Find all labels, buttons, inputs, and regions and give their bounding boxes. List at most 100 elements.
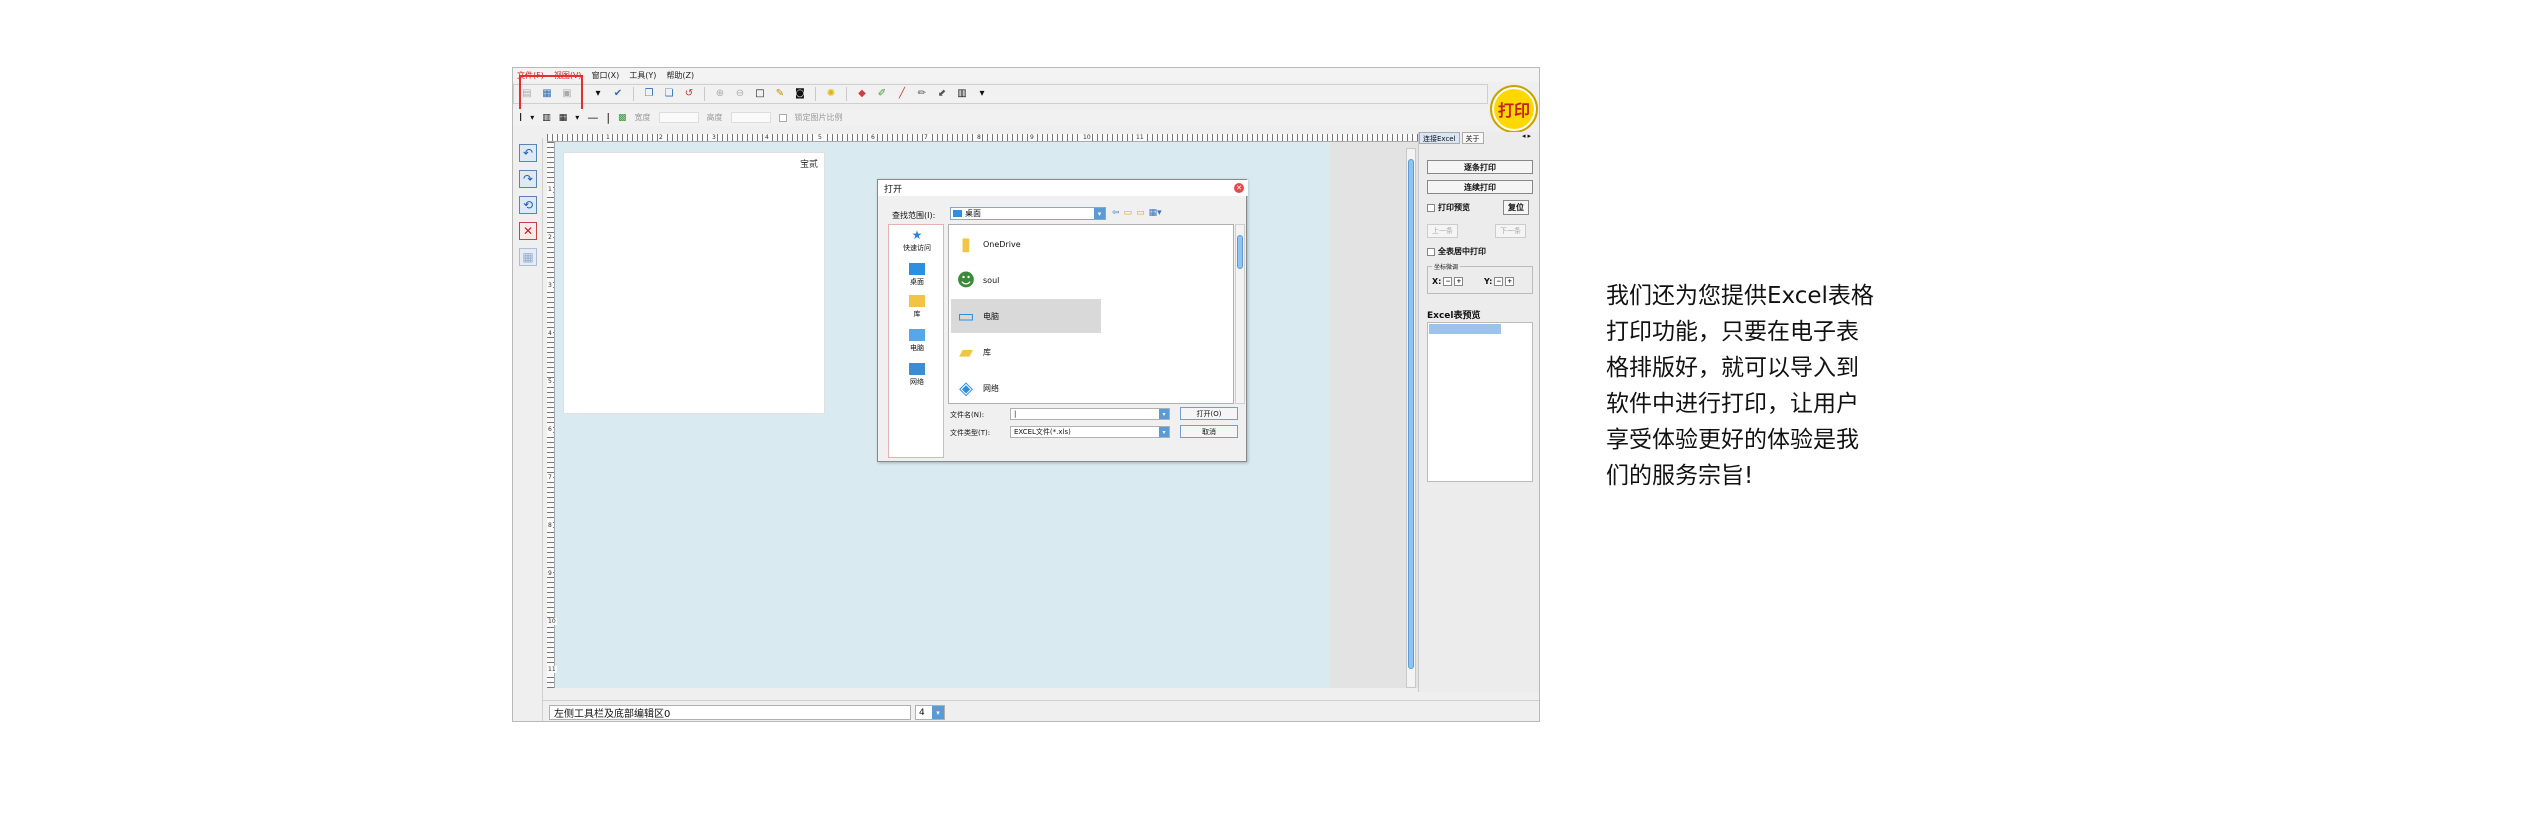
height-input[interactable]: [730, 112, 771, 123]
chevron-right-icon[interactable]: ▸: [1528, 132, 1532, 140]
rotate-icon[interactable]: ⟲: [519, 196, 537, 214]
line-icon[interactable]: ╱: [895, 87, 909, 101]
paste-icon[interactable]: ❏: [662, 87, 676, 101]
tab-about[interactable]: 关于: [1461, 132, 1484, 144]
dropdown-arrow-icon[interactable]: ▾: [591, 87, 605, 101]
preview-selected-row[interactable]: [1429, 324, 1501, 334]
open-button[interactable]: 打开(O): [1180, 407, 1238, 420]
barcode-icon[interactable]: ▥: [542, 113, 551, 123]
scrollbar-thumb[interactable]: [1237, 235, 1243, 269]
one-by-one-print-button[interactable]: 逐条打印: [1427, 160, 1533, 174]
ruler-tick-label: 7: [547, 474, 553, 481]
table-icon[interactable]: ▦: [559, 113, 568, 123]
delete-icon[interactable]: ✕: [519, 222, 537, 240]
width-input[interactable]: [658, 112, 699, 123]
panel-tab-arrows: ◂ ▸: [1522, 132, 1531, 140]
rotate-right-icon[interactable]: ↷: [519, 170, 537, 188]
list-item[interactable]: ☻ soul: [951, 263, 1101, 297]
chevron-down-icon[interactable]: ▾: [1159, 427, 1169, 437]
zoom-out-icon[interactable]: ⊖: [733, 87, 747, 101]
undo-icon[interactable]: ↺: [682, 87, 696, 101]
excel-preview-box[interactable]: [1427, 322, 1533, 482]
y-plus-icon[interactable]: +: [1505, 277, 1515, 286]
text-cursor-icon[interactable]: I: [519, 111, 522, 124]
grid-toggle-icon[interactable]: ▦: [519, 248, 537, 266]
look-in-select[interactable]: 桌面 ▾: [950, 207, 1106, 220]
list-item[interactable]: ▭ 电脑: [951, 299, 1101, 333]
pen-green-icon[interactable]: ✐: [875, 87, 889, 101]
center-print-label: 全表居中打印: [1438, 247, 1486, 256]
brush-icon[interactable]: ✏: [915, 87, 929, 101]
label-paper[interactable]: 宝贰: [563, 152, 825, 414]
view-menu-icon[interactable]: ▦▾: [1149, 208, 1162, 218]
print-button[interactable]: 打印: [1490, 85, 1538, 133]
y-minus-icon[interactable]: −: [1494, 277, 1504, 286]
chevron-down-icon[interactable]: ▾: [1094, 208, 1105, 219]
camera-icon[interactable]: ◙: [793, 87, 807, 101]
reset-button[interactable]: 复位: [1503, 200, 1529, 215]
center-print-checkbox[interactable]: [1427, 247, 1435, 256]
continuous-print-button[interactable]: 连续打印: [1427, 180, 1533, 194]
open-excel-icon[interactable]: ▦: [540, 87, 554, 101]
dialog-nav-buttons: ⇦ ▭ ▭ ▦▾: [1112, 208, 1162, 218]
menu-file[interactable]: 文件(F): [517, 70, 544, 81]
list-item[interactable]: ◈ 网络: [951, 371, 1101, 405]
menu-window[interactable]: 窗口(X): [592, 70, 620, 81]
tab-connect-excel[interactable]: 连接Excel: [1419, 132, 1460, 144]
copy-icon[interactable]: ❐: [642, 87, 656, 101]
save-icon[interactable]: ▣: [560, 87, 574, 101]
ruler-tick-label: 5: [817, 134, 823, 141]
filename-input[interactable]: | ▾: [1010, 408, 1170, 420]
more-dropdown-icon[interactable]: ▾: [975, 87, 989, 101]
menu-help[interactable]: 帮助(Z): [666, 70, 694, 81]
pencil-icon[interactable]: ✎: [773, 87, 787, 101]
hline-icon[interactable]: —: [587, 111, 598, 124]
check-icon[interactable]: ✔: [611, 87, 625, 101]
bottom-text-field[interactable]: 左侧工具栏及底部编辑区0: [549, 705, 911, 720]
zoom-in-icon[interactable]: ⊕: [713, 87, 727, 101]
list-item[interactable]: ▮ OneDrive: [951, 227, 1101, 261]
menu-tools[interactable]: 工具(Y): [629, 70, 656, 81]
x-minus-icon[interactable]: −: [1443, 277, 1453, 286]
dropdown-arrow-icon[interactable]: ▾: [575, 113, 579, 122]
canvas-vertical-scrollbar[interactable]: [1406, 148, 1416, 688]
lightbulb-icon[interactable]: ✺: [824, 87, 838, 101]
lock-ratio-checkbox[interactable]: [778, 113, 787, 122]
ruler-tick-label: 5: [547, 378, 553, 385]
scrollbar-thumb[interactable]: [1408, 159, 1414, 669]
chevron-down-icon[interactable]: ▾: [932, 706, 944, 719]
image-icon[interactable]: ▩: [618, 113, 627, 123]
filetype-select[interactable]: EXCEL文件(*.xls) ▾: [1010, 426, 1170, 438]
place-desktop[interactable]: 桌面: [889, 263, 945, 287]
prev-record-button[interactable]: 上一条: [1427, 224, 1458, 238]
place-library[interactable]: 库: [889, 295, 945, 319]
dropdown-arrow-icon[interactable]: ▾: [530, 113, 534, 122]
next-record-button[interactable]: 下一条: [1495, 224, 1526, 238]
new-folder-icon[interactable]: ▭: [1136, 208, 1145, 218]
fill-icon[interactable]: ⬋: [935, 87, 949, 101]
toolbar-divider: [633, 87, 634, 101]
chevron-down-icon[interactable]: ▾: [1159, 409, 1169, 419]
chevron-left-icon[interactable]: ◂: [1522, 132, 1526, 140]
fit-page-icon[interactable]: □: [753, 87, 767, 101]
new-file-icon[interactable]: ▤: [520, 87, 534, 101]
up-folder-icon[interactable]: ▭: [1124, 208, 1133, 218]
back-arrow-icon[interactable]: ⇦: [1112, 208, 1120, 218]
place-quick-access[interactable]: ★ 快速访问: [889, 229, 945, 253]
vline-icon[interactable]: |: [606, 111, 610, 124]
user-folder-icon: ☻: [956, 269, 976, 291]
cancel-button[interactable]: 取消: [1180, 425, 1238, 438]
x-plus-icon[interactable]: +: [1454, 277, 1464, 286]
grid-icon[interactable]: ▥: [955, 87, 969, 101]
print-preview-checkbox[interactable]: [1427, 203, 1435, 212]
close-icon[interactable]: ✕: [1234, 183, 1244, 193]
dialog-places-sidebar: ★ 快速访问 桌面 库 电脑 网络: [888, 224, 944, 458]
eraser-icon[interactable]: ◆: [855, 87, 869, 101]
file-list-scrollbar[interactable]: [1235, 224, 1245, 404]
place-computer[interactable]: 电脑: [889, 329, 945, 353]
list-item[interactable]: ▰ 库: [951, 335, 1101, 369]
rotate-left-icon[interactable]: ↶: [519, 144, 537, 162]
place-network[interactable]: 网络: [889, 363, 945, 387]
menu-view[interactable]: 视图(V): [554, 70, 582, 81]
bottom-number-select[interactable]: 4 ▾: [915, 705, 945, 720]
